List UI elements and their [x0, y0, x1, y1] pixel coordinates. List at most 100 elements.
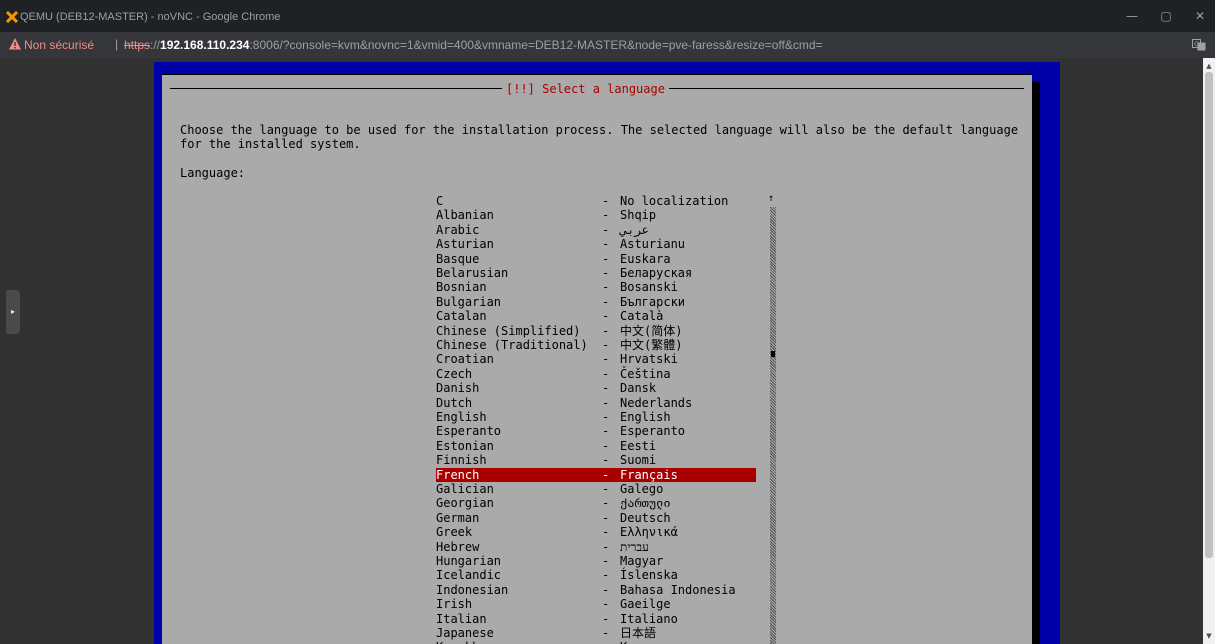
language-english-name: Croatian — [436, 352, 494, 367]
language-separator: - — [602, 611, 610, 626]
language-option[interactable]: Albanian - Shqip — [436, 208, 756, 222]
novnc-control-bar-handle[interactable]: ▸ — [6, 290, 20, 334]
language-separator: - — [602, 352, 610, 367]
close-button[interactable]: ✕ — [1192, 8, 1208, 24]
language-english-name: C — [436, 194, 444, 208]
language-native-name: Euskara — [620, 251, 671, 266]
language-native-name: English — [620, 410, 671, 424]
language-option[interactable]: French - Français — [436, 467, 756, 482]
language-option[interactable]: Czech - Čeština — [436, 367, 756, 381]
language-english-name: Icelandic — [436, 568, 502, 583]
language-english-name: Greek — [436, 525, 473, 540]
language-option[interactable]: Finnish - Suomi — [436, 453, 756, 467]
language-option[interactable]: Esperanto - Esperanto — [436, 424, 756, 438]
language-list-scrollbar[interactable]: ↑ — [768, 193, 776, 644]
language-english-name: Basque — [436, 251, 480, 266]
minimize-button[interactable]: — — [1124, 8, 1140, 24]
language-option[interactable]: Chinese (Simplified) - 中文(简体) — [436, 324, 756, 338]
language-option[interactable]: German - Deutsch — [436, 511, 756, 525]
language-option[interactable]: Dutch - Nederlands — [436, 396, 756, 410]
language-english-name: Italian — [436, 611, 487, 626]
language-option[interactable]: Greek - Ελληνικά — [436, 525, 756, 539]
language-option[interactable]: Hebrew - עברית — [436, 540, 756, 554]
language-native-name: No localization — [620, 194, 729, 208]
viewport-scroll-thumb[interactable] — [1205, 72, 1213, 558]
language-option[interactable]: Indonesian - Bahasa Indonesia — [436, 583, 756, 597]
url-path: :8006/?console=kvm&novnc=1&vmid=400&vmna… — [249, 38, 823, 52]
language-dialog: [!!] Select a language Choose the langua… — [162, 74, 1032, 644]
url-text[interactable]: https://192.168.110.234:8006/?console=kv… — [124, 38, 823, 52]
language-separator: - — [602, 510, 610, 525]
language-english-name: Belarusian — [436, 266, 509, 280]
viewport-scrollbar[interactable]: ▲ ▼ — [1203, 58, 1215, 644]
language-option[interactable]: Croatian - Hrvatski — [436, 352, 756, 366]
language-english-name: Kazakh — [436, 640, 479, 644]
svg-text:G: G — [1194, 41, 1199, 48]
language-option[interactable]: Georgian - ქართული — [436, 496, 756, 510]
language-native-name: Gaeilge — [620, 597, 671, 612]
language-english-name: Albanian — [436, 208, 494, 223]
language-option[interactable]: Belarusian - Беларуская — [436, 266, 756, 280]
language-separator: - — [602, 338, 610, 352]
language-separator: - — [602, 482, 610, 496]
language-native-name: Қазақ — [620, 640, 656, 644]
language-option[interactable]: Bosnian - Bosanski — [436, 280, 756, 294]
url-scheme-separator: :// — [150, 38, 161, 52]
warning-triangle-icon[interactable] — [8, 37, 22, 51]
language-native-name: Italiano — [620, 611, 678, 626]
language-option[interactable]: Irish - Gaeilge — [436, 597, 756, 611]
viewport-scroll-up-icon[interactable]: ▲ — [1203, 60, 1215, 72]
language-option[interactable]: Italian - Italiano — [436, 612, 756, 626]
language-option[interactable]: Catalan - Català — [436, 309, 756, 323]
scroll-position-indicator[interactable] — [771, 351, 775, 357]
language-english-name: Catalan — [436, 309, 487, 324]
scroll-track[interactable] — [770, 207, 776, 644]
language-native-name: Bosanski — [620, 280, 678, 295]
language-native-name: Català — [620, 309, 664, 324]
language-english-name: Bulgarian — [436, 294, 502, 309]
language-separator: - — [602, 251, 610, 266]
language-option[interactable]: Hungarian - Magyar — [436, 554, 756, 568]
language-option[interactable]: Japanese - 日本語 — [436, 626, 756, 640]
language-label: Language: — [180, 166, 246, 180]
language-option[interactable]: English - English — [436, 410, 756, 424]
language-option[interactable]: Basque - Euskara — [436, 252, 756, 266]
language-separator: - — [602, 525, 610, 540]
address-bar[interactable]: Non sécurisé | https://192.168.110.234:8… — [0, 32, 1215, 58]
language-option[interactable]: Asturian - Asturianu — [436, 237, 756, 251]
language-native-name: Bahasa Indonesia — [620, 582, 736, 597]
language-separator: - — [602, 453, 610, 468]
window-title: QEMU (DEB12-MASTER) - noVNC - Google Chr… — [20, 11, 281, 23]
novnc-viewport[interactable]: ▸ [!!] Select a language Choose the lang… — [0, 58, 1215, 644]
language-option[interactable]: Danish - Dansk — [436, 381, 756, 395]
translate-icon[interactable]: G — [1192, 38, 1206, 52]
dialog-title: [!!] Select a language — [502, 82, 669, 96]
language-separator: - — [602, 554, 610, 568]
vm-console-screen[interactable]: [!!] Select a language Choose the langua… — [154, 62, 1060, 644]
language-english-name: Arabic — [436, 222, 480, 237]
language-option[interactable]: Chinese (Traditional) - 中文(繁體) — [436, 338, 756, 352]
language-separator: - — [602, 208, 610, 223]
dialog-shadow — [1032, 82, 1040, 644]
maximize-button[interactable]: ▢ — [1158, 8, 1174, 24]
security-status[interactable]: Non sécurisé — [24, 38, 94, 52]
language-option[interactable]: Estonian - Eesti — [436, 439, 756, 453]
language-option[interactable]: Kazakh - Қазақ — [436, 640, 756, 644]
language-native-name: Čeština — [620, 366, 671, 381]
language-option[interactable]: Arabic - عربي — [436, 223, 756, 237]
language-option[interactable]: C - No localization — [436, 194, 756, 208]
language-separator: - — [602, 309, 610, 324]
language-native-name: 中文(繁體) — [620, 338, 683, 352]
qemu-icon — [6, 11, 18, 23]
language-separator: - — [602, 410, 610, 424]
language-english-name: Hungarian — [436, 554, 502, 568]
language-option[interactable]: Icelandic - Íslenska — [436, 568, 756, 582]
language-separator: - — [602, 582, 610, 597]
language-native-name: Hrvatski — [620, 352, 678, 367]
language-english-name: French — [436, 467, 480, 482]
language-option[interactable]: Bulgarian - Български — [436, 295, 756, 309]
language-option[interactable]: Galician - Galego — [436, 482, 756, 496]
viewport-scroll-down-icon[interactable]: ▼ — [1203, 630, 1215, 642]
url-scheme: https — [124, 38, 151, 52]
scroll-up-arrow[interactable]: ↑ — [768, 193, 774, 204]
